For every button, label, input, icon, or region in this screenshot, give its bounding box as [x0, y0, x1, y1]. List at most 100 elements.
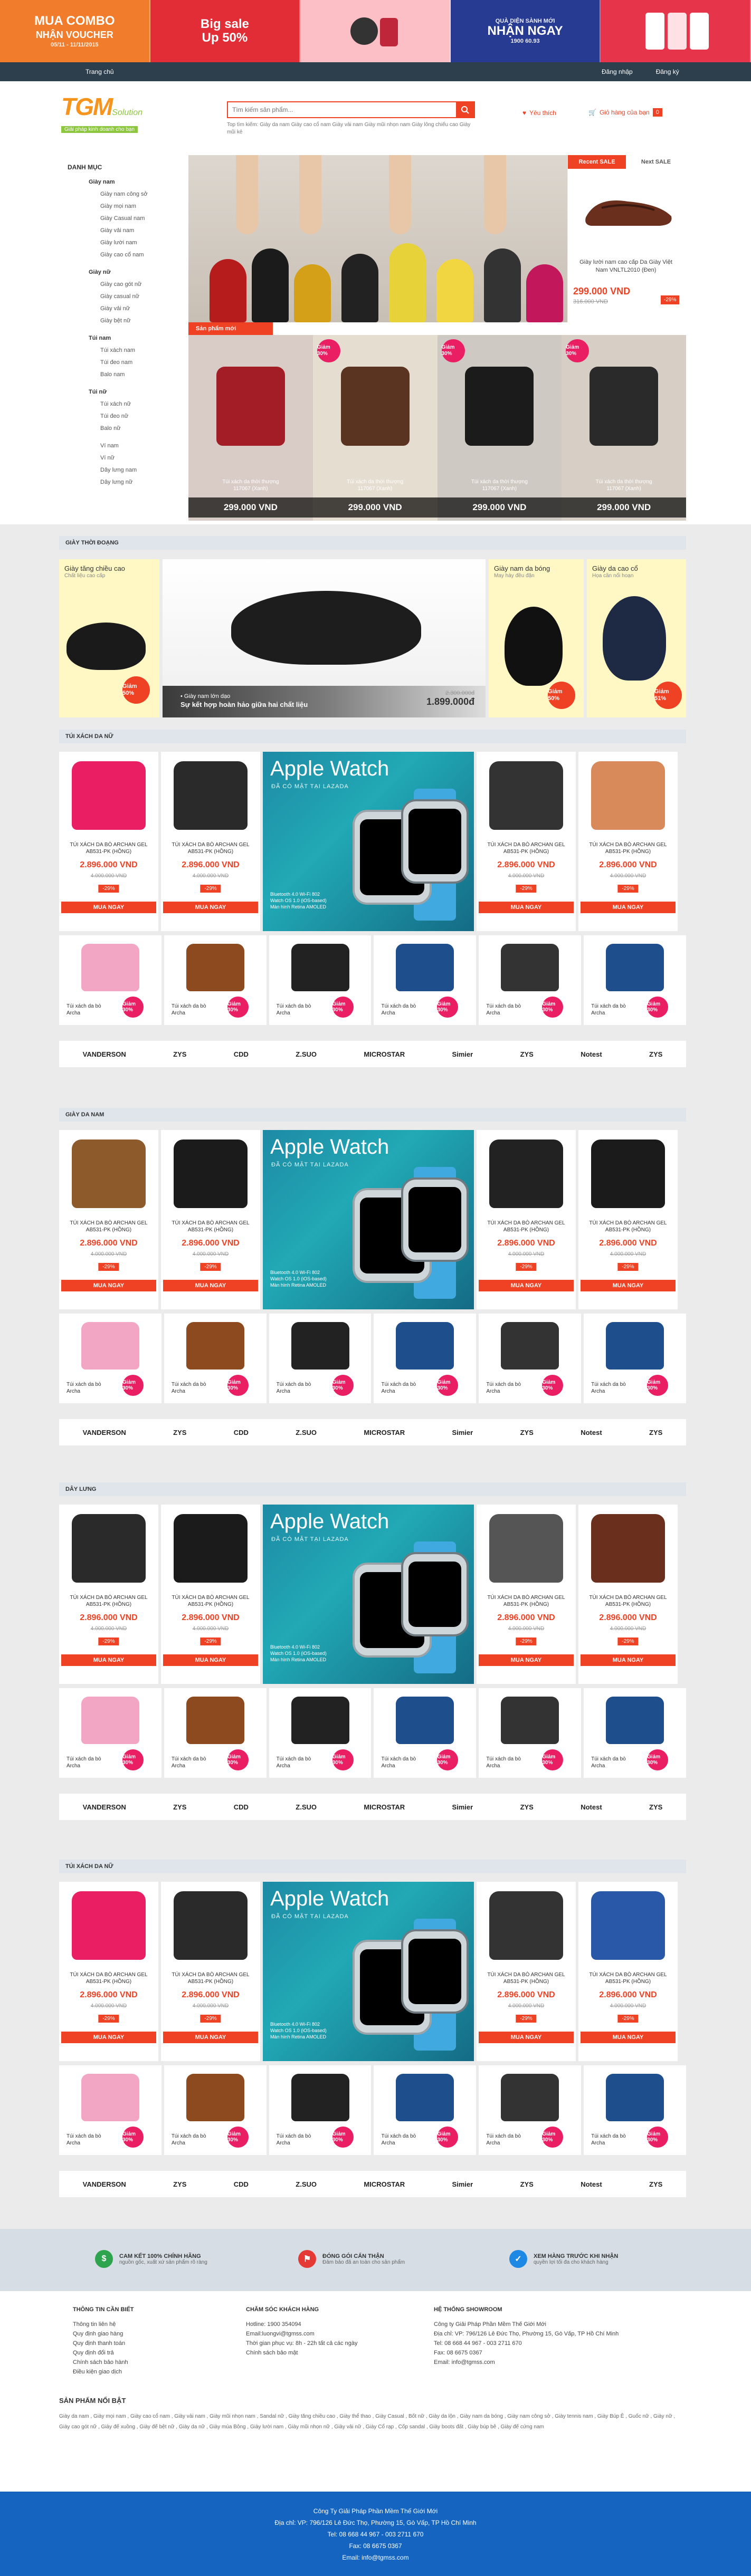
tab-next-sale[interactable]: Next SALE — [626, 155, 686, 169]
search-button[interactable] — [456, 102, 474, 117]
buy-now-button[interactable]: MUA NGAY — [163, 902, 258, 913]
small-product-card[interactable]: Túi xách da bò Archa Giảm 30% — [59, 1314, 161, 1403]
brand-logo[interactable]: MICROSTAR — [364, 1429, 405, 1437]
small-product-card[interactable]: Túi xách da bò Archa Giảm 30% — [59, 2065, 161, 2155]
buy-now-button[interactable]: MUA NGAY — [479, 1654, 574, 1666]
brand-logo[interactable]: ZYS — [520, 1429, 534, 1437]
category-item[interactable]: Túi xách nam — [68, 344, 184, 357]
brand-logo[interactable]: ZYS — [649, 1429, 662, 1437]
small-product-card[interactable]: Túi xách da bò Archa Giảm 30% — [584, 1688, 686, 1778]
brand-logo[interactable]: ZYS — [649, 1050, 662, 1058]
product-card[interactable]: TÚI XÁCH DA BÒ ARCHAN GEL AB531-PK (HỒNG… — [578, 1130, 678, 1309]
promo-banner-bigsale[interactable]: Big sale Up 50% — [150, 0, 301, 62]
brand-logo[interactable]: ZYS — [173, 1803, 186, 1811]
product-card[interactable]: TÚI XÁCH DA BÒ ARCHAN GEL AB531-PK (HỒNG… — [59, 752, 158, 931]
product-name[interactable]: TÚI XÁCH DA BÒ ARCHAN GEL AB531-PK (HỒNG… — [62, 841, 155, 855]
product-name[interactable]: TÚI XÁCH DA BÒ ARCHAN GEL AB531-PK (HỒNG… — [164, 1594, 257, 1608]
brand-logo[interactable]: MICROSTAR — [364, 2180, 405, 2188]
category-item[interactable]: Túi xách nữ — [68, 398, 184, 410]
buy-now-button[interactable]: MUA NGAY — [61, 1654, 156, 1666]
footer-email[interactable]: Email: info@tgmss.com — [0, 2552, 751, 2563]
promo-shoe-high[interactable]: Giày da cao cổ Họa cần nổi hoạn Giảm 51% — [587, 559, 686, 717]
buy-now-button[interactable]: MUA NGAY — [163, 2032, 258, 2043]
product-name[interactable]: TÚI XÁCH DA BÒ ARCHAN GEL AB531-PK (HỒNG… — [62, 1971, 155, 1985]
brand-logo[interactable]: MICROSTAR — [364, 1050, 405, 1058]
product-card[interactable]: TÚI XÁCH DA BÒ ARCHAN GEL AB531-PK (HỒNG… — [578, 1505, 678, 1684]
category-item[interactable]: Giày vải nam — [68, 225, 184, 237]
category-group[interactable]: Giày nam — [68, 176, 184, 188]
buy-now-button[interactable]: MUA NGAY — [479, 902, 574, 913]
product-name[interactable]: TÚI XÁCH DA BÒ ARCHAN GEL AB531-PK (HỒNG… — [164, 1971, 257, 1985]
small-product-card[interactable]: Túi xách da bò Archa Giảm 30% — [269, 935, 372, 1025]
product-card[interactable]: TÚI XÁCH DA BÒ ARCHAN GEL AB531-PK (HỒNG… — [59, 1882, 158, 2061]
product-name[interactable]: TÚI XÁCH DA BÒ ARCHAN GEL AB531-PK (HỒNG… — [164, 1220, 257, 1233]
wishlist-link[interactable]: ♥ Yêu thích — [522, 109, 556, 117]
brand-logo[interactable]: VANDERSON — [83, 1429, 126, 1437]
footer-link[interactable]: Quy định đổi trả — [73, 2348, 231, 2358]
brand-logo[interactable]: CDD — [234, 2180, 249, 2188]
footer-link[interactable]: Email: info@tgmss.com — [434, 2358, 655, 2367]
brand-logo[interactable]: ZYS — [520, 1050, 534, 1058]
brand-logo[interactable]: ZYS — [173, 2180, 186, 2188]
category-group[interactable]: Giày nữ — [68, 266, 184, 279]
buy-now-button[interactable]: MUA NGAY — [61, 1280, 156, 1291]
promo-shoe-tall[interactable]: Giày tăng chiều cao Chất liệu cao cấp Gi… — [59, 559, 159, 717]
category-item[interactable]: Túi đeo nam — [68, 357, 184, 369]
promo-banner-combo[interactable]: MUA COMBO NHẬN VOUCHER 05/11 - 11/11/201… — [0, 0, 150, 62]
small-product-card[interactable]: Túi xách da bò Archa Giảm 30% — [479, 935, 582, 1025]
featured-keyword-list[interactable]: Giày da nam , Giày mọi nam , Giày cao cổ… — [59, 2411, 686, 2433]
product-card[interactable]: TÚI XÁCH DA BÒ ARCHAN GEL AB531-PK (HỒNG… — [578, 752, 678, 931]
promo-shoe-feature[interactable]: • Giày nam lớn dạo Sự kết hợp hoàn hảo gi… — [163, 559, 486, 717]
brand-logo[interactable]: Z.SUO — [296, 1803, 317, 1811]
category-item[interactable]: Giày Casual nam — [68, 213, 184, 225]
footer-link[interactable]: Quy định giao hàng — [73, 2329, 231, 2339]
hero-banner-heels[interactable] — [188, 155, 567, 322]
small-product-card[interactable]: Túi xách da bò Archa Giảm 30% — [584, 1314, 686, 1403]
buy-now-button[interactable]: MUA NGAY — [163, 1654, 258, 1666]
small-product-card[interactable]: Túi xách da bò Archa Giảm 30% — [479, 1314, 582, 1403]
apple-watch-ad[interactable]: Apple Watch ĐÃ CÓ MẶT TẠI LAZADA Bluetooth… — [263, 752, 474, 931]
category-item[interactable]: Túi đeo nữ — [68, 410, 184, 423]
brand-logo[interactable]: VANDERSON — [83, 1050, 126, 1058]
buy-now-button[interactable]: MUA NGAY — [581, 1280, 676, 1291]
small-product-card[interactable]: Túi xách da bò Archa Giảm 30% — [479, 1688, 582, 1778]
brand-logo[interactable]: ZYS — [520, 2180, 534, 2188]
brand-logo[interactable]: Z.SUO — [296, 2180, 317, 2188]
tab-recent-sale[interactable]: Recent SALE — [568, 155, 626, 169]
category-group[interactable]: Túi nữ — [68, 386, 184, 398]
category-item[interactable]: Giày mọi nam — [68, 200, 184, 213]
loafer-image[interactable] — [581, 180, 676, 233]
product-name[interactable]: TÚI XÁCH DA BÒ ARCHAN GEL AB531-PK (HỒNG… — [582, 841, 674, 855]
product-card[interactable]: TÚI XÁCH DA BÒ ARCHAN GEL AB531-PK (HỒNG… — [161, 1882, 260, 2061]
brand-logo[interactable]: ZYS — [173, 1429, 186, 1437]
brand-logo[interactable]: CDD — [234, 1429, 249, 1437]
promo-banner-fashion[interactable] — [300, 0, 451, 62]
product-card[interactable]: TÚI XÁCH DA BÒ ARCHAN GEL AB531-PK (HỒNG… — [578, 1882, 678, 2061]
category-group[interactable]: Túi nam — [68, 332, 184, 344]
category-item[interactable]: Ví nam — [68, 440, 184, 452]
buy-now-button[interactable]: MUA NGAY — [581, 2032, 676, 2043]
small-product-card[interactable]: Túi xách da bò Archa Giảm 30% — [374, 1688, 477, 1778]
product-name[interactable]: TÚI XÁCH DA BÒ ARCHAN GEL AB531-PK (HỒNG… — [582, 1220, 674, 1233]
product-name[interactable]: TÚI XÁCH DA BÒ ARCHAN GEL AB531-PK (HỒNG… — [62, 1594, 155, 1608]
buy-now-button[interactable]: MUA NGAY — [61, 2032, 156, 2043]
product-name[interactable]: TÚI XÁCH DA BÒ ARCHAN GEL AB531-PK (HỒNG… — [582, 1594, 674, 1608]
site-logo[interactable]: TGMSolution Giải pháp kinh doanh cho bạn — [61, 94, 161, 133]
brand-logo[interactable]: ZYS — [520, 1803, 534, 1811]
buy-now-button[interactable]: MUA NGAY — [163, 1280, 258, 1291]
product-name[interactable]: TÚI XÁCH DA BÒ ARCHAN GEL AB531-PK (HỒNG… — [582, 1971, 674, 1985]
small-product-card[interactable]: Túi xách da bò Archa Giảm 30% — [374, 1314, 477, 1403]
category-item[interactable]: Giày cao cổ nam — [68, 249, 184, 261]
brand-logo[interactable]: Notest — [581, 1050, 602, 1058]
product-card[interactable]: TÚI XÁCH DA BÒ ARCHAN GEL AB531-PK (HỒNG… — [59, 1130, 158, 1309]
footer-link[interactable]: Thông tin liên hệ — [73, 2320, 231, 2329]
product-card[interactable]: TÚI XÁCH DA BÒ ARCHAN GEL AB531-PK (HỒNG… — [477, 1130, 576, 1309]
product-card[interactable]: TÚI XÁCH DA BÒ ARCHAN GEL AB531-PK (HỒNG… — [161, 752, 260, 931]
brand-logo[interactable]: Notest — [581, 1803, 602, 1811]
brand-logo[interactable]: ZYS — [173, 1050, 186, 1058]
category-item[interactable]: Giày casual nữ — [68, 291, 184, 303]
brand-logo[interactable]: ZYS — [649, 1803, 662, 1811]
promo-shoe-patent[interactable]: Giày nam da bóng May hày đều đặn Giảm 50… — [489, 559, 584, 717]
buy-now-button[interactable]: MUA NGAY — [61, 902, 156, 913]
category-item[interactable]: Dây lưng nữ — [68, 476, 184, 489]
